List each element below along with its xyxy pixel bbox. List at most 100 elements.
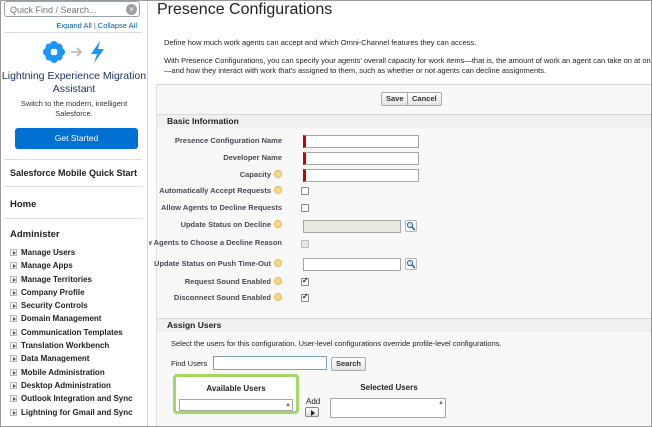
sidebar-item-label: Outlook Integration and Sync [21, 394, 133, 404]
choose-decline-reason-checkbox [301, 240, 309, 248]
available-users-highlight: Available Users ▲ [173, 374, 299, 414]
scroll-up-icon[interactable]: ▲ [438, 400, 444, 406]
sidebar-item-home[interactable]: Home [10, 199, 36, 210]
sidebar-item-desktop-administration[interactable]: Desktop Administration [10, 379, 133, 392]
find-users-label: Find Users [171, 359, 208, 368]
sidebar-item-label: Company Profile [21, 287, 85, 297]
edit-form-panel: Save Cancel Basic Information Presence C… [149, 84, 652, 427]
expand-triangle-icon[interactable] [10, 315, 17, 323]
allow-decline-checkbox[interactable] [301, 204, 309, 212]
clear-search-icon[interactable]: × [126, 4, 137, 15]
sidebar-item-label: Translation Workbench [21, 341, 110, 351]
request-sound-label-text: Request Sound Enabled [184, 277, 271, 286]
auto-accept-checkbox[interactable] [301, 187, 309, 195]
get-started-button[interactable]: Get Started [15, 128, 138, 149]
sidebar-item-manage-apps[interactable]: Manage Apps [10, 259, 133, 272]
expand-triangle-icon[interactable] [10, 302, 17, 310]
capacity-input[interactable] [303, 169, 419, 182]
sidebar-item-domain-management[interactable]: Domain Management [10, 312, 133, 325]
expand-triangle-icon[interactable] [10, 395, 17, 403]
scroll-up-icon[interactable]: ▲ [285, 402, 291, 408]
status-on-decline-label: Update Status on Decline [181, 220, 282, 229]
help-icon[interactable] [274, 277, 282, 285]
help-icon[interactable] [274, 186, 282, 194]
request-sound-label: Request Sound Enabled [185, 277, 282, 286]
request-sound-checkbox[interactable] [301, 276, 309, 286]
help-icon[interactable] [274, 220, 282, 228]
sidebar-item-translation-workbench[interactable]: Translation Workbench [10, 339, 133, 352]
expand-triangle-icon[interactable] [10, 328, 17, 336]
expand-triangle-icon[interactable] [10, 275, 17, 283]
promo-subtitle: Switch to the modern, intelligent Salesf… [20, 99, 128, 118]
allow-decline-label: Allow Agents to Decline Requests [161, 203, 282, 212]
save-button[interactable]: Save [381, 92, 409, 106]
quick-find-box[interactable]: × [4, 1, 140, 17]
divider [4, 32, 142, 33]
status-on-timeout-label-text: Update Status on Push Time-Out [154, 259, 271, 268]
sidebar-item-security-controls[interactable]: Security Controls [10, 299, 133, 312]
main-content: Presence Configurations Define how much … [149, 0, 652, 427]
disconnect-sound-checkbox[interactable] [301, 292, 309, 302]
search-button[interactable]: Search [331, 357, 367, 371]
status-on-timeout-input[interactable] [303, 258, 401, 271]
expand-triangle-icon[interactable] [10, 342, 17, 350]
expand-triangle-icon[interactable] [10, 381, 17, 389]
sidebar-item-mobile-administration[interactable]: Mobile Administration [10, 366, 133, 379]
sidebar-item-label: Mobile Administration [21, 367, 105, 377]
sidebar-item-manage-territories[interactable]: Manage Territories [10, 273, 133, 286]
administer-list: Manage Users Manage Apps Manage Territor… [10, 246, 133, 419]
sidebar-item-label: Manage Territories [21, 274, 92, 284]
expand-triangle-icon[interactable] [10, 288, 17, 296]
expand-triangle-icon[interactable] [10, 262, 17, 270]
cancel-button[interactable]: Cancel [407, 92, 442, 106]
lightning-migration-icon [43, 41, 104, 63]
expand-triangle-icon[interactable] [10, 368, 17, 376]
disconnect-sound-label: Disconnect Sound Enabled [174, 293, 282, 302]
presence-config-name-label: Presence Configuration Name [174, 136, 282, 145]
sidebar-item-mobile-quick-start[interactable]: Salesforce Mobile Quick Start [10, 168, 137, 178]
sidebar-item-label: Desktop Administration [21, 380, 111, 390]
sidebar-item-label: Security Controls [21, 301, 88, 311]
collapse-all-link[interactable]: Collapse All [98, 21, 137, 30]
status-on-decline-input [303, 220, 401, 233]
expand-triangle-icon[interactable] [10, 408, 17, 416]
sidebar-item-lightning-for-gmail[interactable]: Lightning for Gmail and Sync [10, 406, 133, 419]
section-assign-users: Assign Users [157, 318, 652, 332]
lookup-magnifier-icon[interactable] [405, 258, 417, 270]
find-users-input[interactable] [213, 356, 327, 370]
selected-users-list[interactable]: ▲ [330, 398, 446, 418]
capacity-label: Capacity [240, 170, 282, 179]
sidebar-item-communication-templates[interactable]: Communication Templates [10, 326, 133, 339]
available-users-list[interactable]: ▲ [179, 399, 293, 411]
expand-all-link[interactable]: Expand All [56, 21, 91, 30]
divider [4, 218, 142, 219]
sidebar-item-label: Domain Management [21, 314, 102, 324]
developer-name-input[interactable] [303, 152, 419, 165]
sidebar-item-manage-users[interactable]: Manage Users [10, 246, 133, 259]
available-users-label: Available Users [206, 384, 266, 393]
expand-triangle-icon[interactable] [10, 249, 17, 256]
lookup-magnifier-icon[interactable] [405, 220, 417, 232]
presence-config-name-input[interactable] [303, 135, 419, 148]
add-label: Add [306, 397, 321, 406]
setup-sidebar: × Expand All|Collapse All Lightning Expe… [0, 0, 148, 427]
developer-name-label: Developer Name [223, 153, 282, 162]
help-icon[interactable] [274, 170, 282, 178]
capacity-label-text: Capacity [239, 170, 271, 179]
promo-title: Lightning Experience Migration Assistant [1, 70, 147, 95]
sidebar-item-outlook-integration[interactable]: Outlook Integration and Sync [10, 392, 133, 405]
quick-find-input[interactable] [10, 4, 122, 15]
sidebar-item-data-management[interactable]: Data Management [10, 352, 133, 365]
add-arrow-button[interactable] [305, 407, 319, 417]
assign-users-description: Select the users for this configuration.… [171, 339, 502, 348]
sidebar-item-label: Manage Users [21, 248, 76, 257]
status-on-decline-label-text: Update Status on Decline [180, 220, 271, 229]
help-icon[interactable] [274, 293, 282, 301]
choose-decline-reason-label: Allow Agents to Choose a Decline Reason [149, 238, 282, 247]
expand-triangle-icon[interactable] [10, 355, 17, 363]
page-title: Presence Configurations [157, 1, 333, 18]
sidebar-item-label: Communication Templates [21, 327, 123, 337]
sidebar-item-company-profile[interactable]: Company Profile [10, 286, 133, 299]
selected-users-label: Selected Users [360, 383, 418, 392]
help-icon[interactable] [274, 259, 282, 267]
